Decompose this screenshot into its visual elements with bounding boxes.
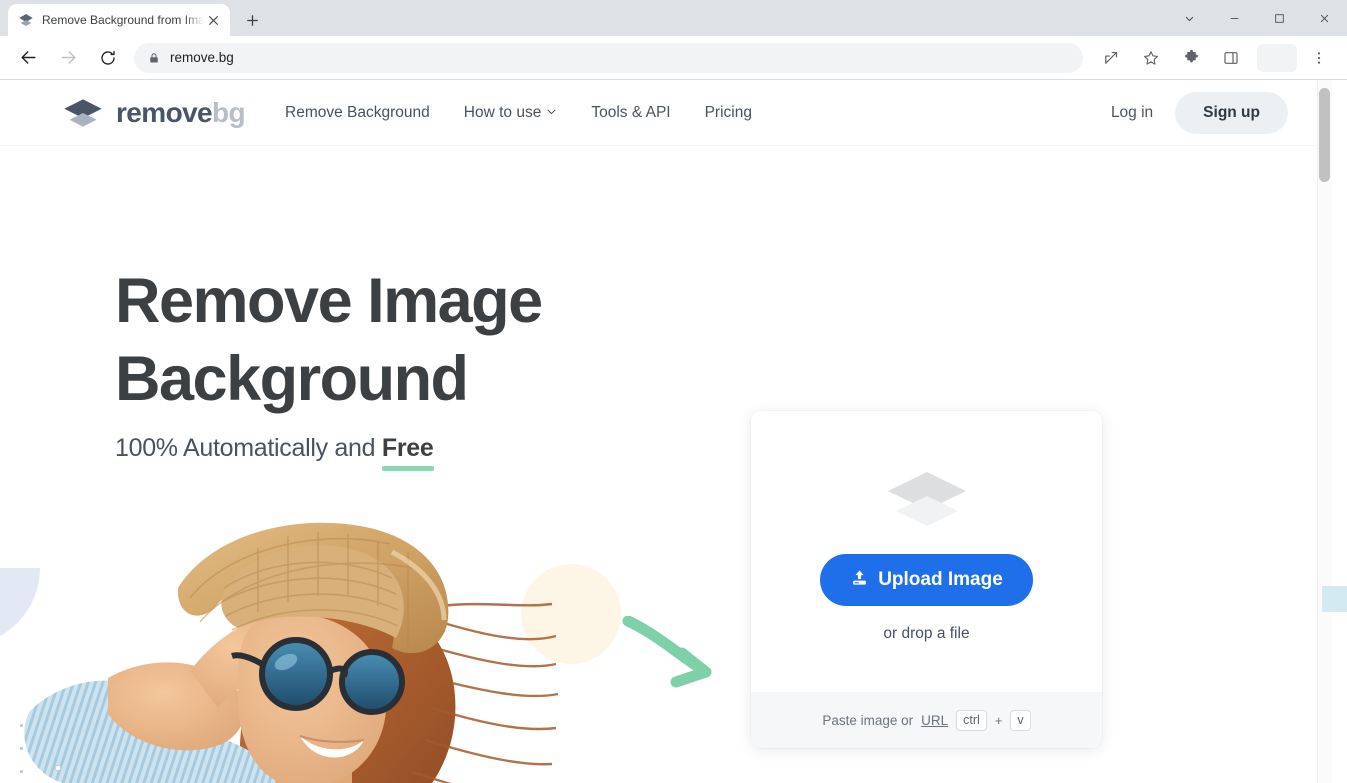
subtitle-prefix: 100% Automatically and	[115, 434, 382, 462]
drop-a-file-label: or drop a file	[883, 625, 970, 642]
upload-card-footer: Paste image or URL ctrl + v	[751, 692, 1102, 748]
highlight-underline	[381, 466, 434, 471]
browser-toolbar: remove.bg	[0, 36, 1347, 80]
close-icon[interactable]	[204, 11, 222, 29]
nav-label: Tools & API	[591, 103, 671, 121]
main-nav: Remove Background How to use Tools & API	[285, 104, 752, 122]
upload-image-button[interactable]: Upload Image	[820, 554, 1033, 606]
minimize-button[interactable]	[1212, 0, 1257, 36]
close-window-button[interactable]	[1302, 0, 1347, 36]
paste-url-link[interactable]: URL	[921, 713, 948, 728]
upload-card[interactable]: Upload Image or drop a file Paste image …	[751, 411, 1102, 748]
page-scrollbar-track[interactable]	[1317, 80, 1332, 783]
brand-word-remove: remove	[116, 96, 213, 128]
nav-item-tools-api[interactable]: Tools & API	[591, 104, 670, 122]
kbd-ctrl: ctrl	[956, 709, 987, 731]
heading-line-2: Background	[115, 344, 469, 414]
layers-placeholder-icon	[884, 468, 970, 530]
profile-avatar[interactable]	[1257, 43, 1297, 72]
subtitle-highlight: Free	[381, 434, 434, 471]
nav-label: Remove Background	[285, 103, 430, 121]
tab-strip: Remove Background from Image	[0, 0, 1347, 36]
brand-word-bg: bg	[212, 96, 246, 128]
hero-subtitle: 100% Automatically and Free	[115, 434, 542, 471]
address-bar-url: remove.bg	[170, 50, 234, 65]
upload-icon	[850, 568, 869, 593]
site-header: removebg Remove Background How to use To…	[0, 80, 1332, 146]
layers-icon	[18, 12, 34, 28]
brand-text: removebg	[116, 96, 246, 129]
forward-arrow-icon[interactable]	[52, 42, 84, 74]
toolbar-actions	[1091, 42, 1339, 74]
decoration-blue-square	[1322, 586, 1347, 612]
reload-icon[interactable]	[92, 42, 124, 74]
page-scrollbar-thumb[interactable]	[1319, 88, 1330, 182]
browser-tab[interactable]: Remove Background from Image	[8, 4, 230, 36]
page-viewport: removebg Remove Background How to use To…	[0, 80, 1347, 783]
curved-arrow-icon	[620, 615, 720, 701]
signup-button[interactable]: Sign up	[1175, 91, 1288, 134]
nav-label: How to use	[463, 103, 542, 121]
hero-copy: Remove Image Background 100% Automatical…	[115, 262, 543, 471]
browser-window: Remove Background from Image remove.bg r…	[0, 0, 1347, 783]
hero-photo	[0, 496, 560, 783]
star-icon[interactable]	[1135, 42, 1167, 74]
login-link[interactable]: Log in	[1111, 104, 1153, 122]
puzzle-piece-icon[interactable]	[1175, 42, 1207, 74]
tab-title: Remove Background from Image	[42, 13, 204, 27]
new-tab-button[interactable]	[238, 6, 266, 34]
upload-card-body[interactable]: Upload Image or drop a file	[751, 411, 1102, 692]
share-icon[interactable]	[1095, 42, 1127, 74]
heading-line-1: Remove Image	[115, 266, 543, 336]
hero-section: Remove Image Background 100% Automatical…	[0, 146, 1347, 783]
webpage: removebg Remove Background How to use To…	[0, 80, 1347, 783]
back-arrow-icon[interactable]	[12, 42, 44, 74]
highlight-text: Free	[381, 434, 434, 462]
side-panel-icon[interactable]	[1215, 42, 1247, 74]
nav-item-remove-background[interactable]: Remove Background	[285, 104, 430, 122]
window-controls	[1167, 0, 1347, 36]
lock-icon	[148, 52, 160, 64]
nav-label: Pricing	[704, 103, 752, 121]
nav-item-pricing[interactable]: Pricing	[705, 104, 752, 122]
maximize-button[interactable]	[1257, 0, 1302, 36]
chevron-down-icon	[546, 104, 557, 122]
header-actions: Log in Sign up	[1111, 91, 1288, 134]
layers-logo-icon	[62, 96, 104, 130]
three-dots-icon[interactable]	[1303, 42, 1335, 74]
address-bar[interactable]: remove.bg	[134, 42, 1083, 73]
paste-prefix-label: Paste image or	[822, 712, 914, 728]
kbd-v: v	[1010, 709, 1031, 731]
kbd-plus: +	[994, 712, 1003, 728]
tab-search-button[interactable]	[1167, 0, 1212, 36]
site-logo[interactable]: removebg	[62, 96, 246, 130]
nav-item-how-to-use[interactable]: How to use	[464, 104, 558, 122]
upload-button-label: Upload Image	[878, 569, 1003, 590]
page-title: Remove Image Background	[115, 262, 543, 418]
